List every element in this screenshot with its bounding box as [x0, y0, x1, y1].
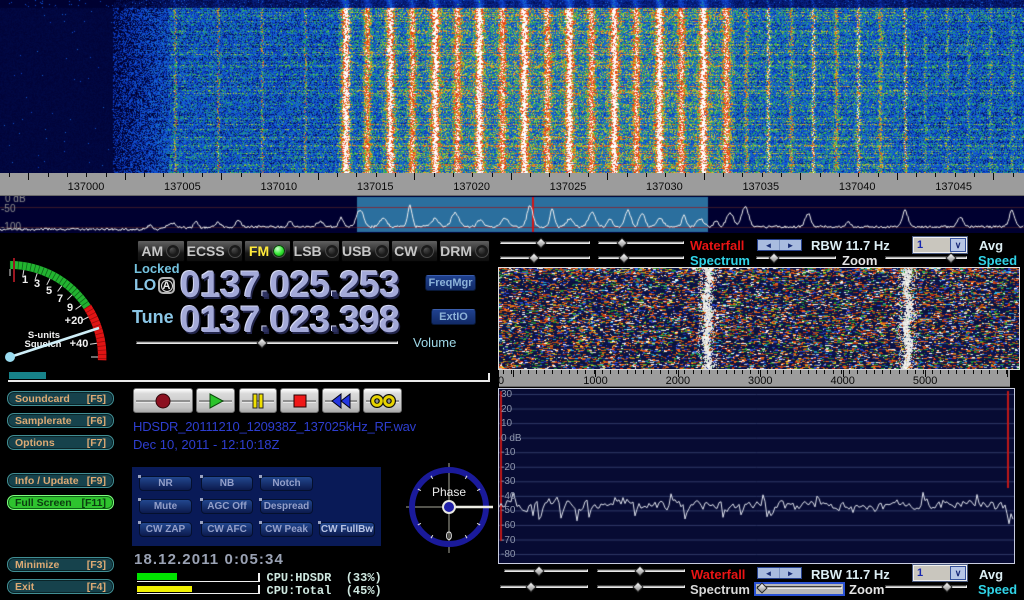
svg-text:0: 0 — [446, 529, 453, 543]
svg-text:+40: +40 — [70, 338, 89, 350]
svg-text:Squelch: Squelch — [25, 339, 62, 350]
svg-text:9: 9 — [67, 302, 73, 314]
svg-text:7: 7 — [57, 293, 63, 305]
svg-text:1: 1 — [22, 274, 28, 286]
svg-text:+20: +20 — [65, 315, 84, 327]
svg-text:3: 3 — [34, 278, 40, 290]
svg-text:5: 5 — [46, 285, 52, 297]
svg-text:Phase: Phase — [432, 485, 466, 499]
